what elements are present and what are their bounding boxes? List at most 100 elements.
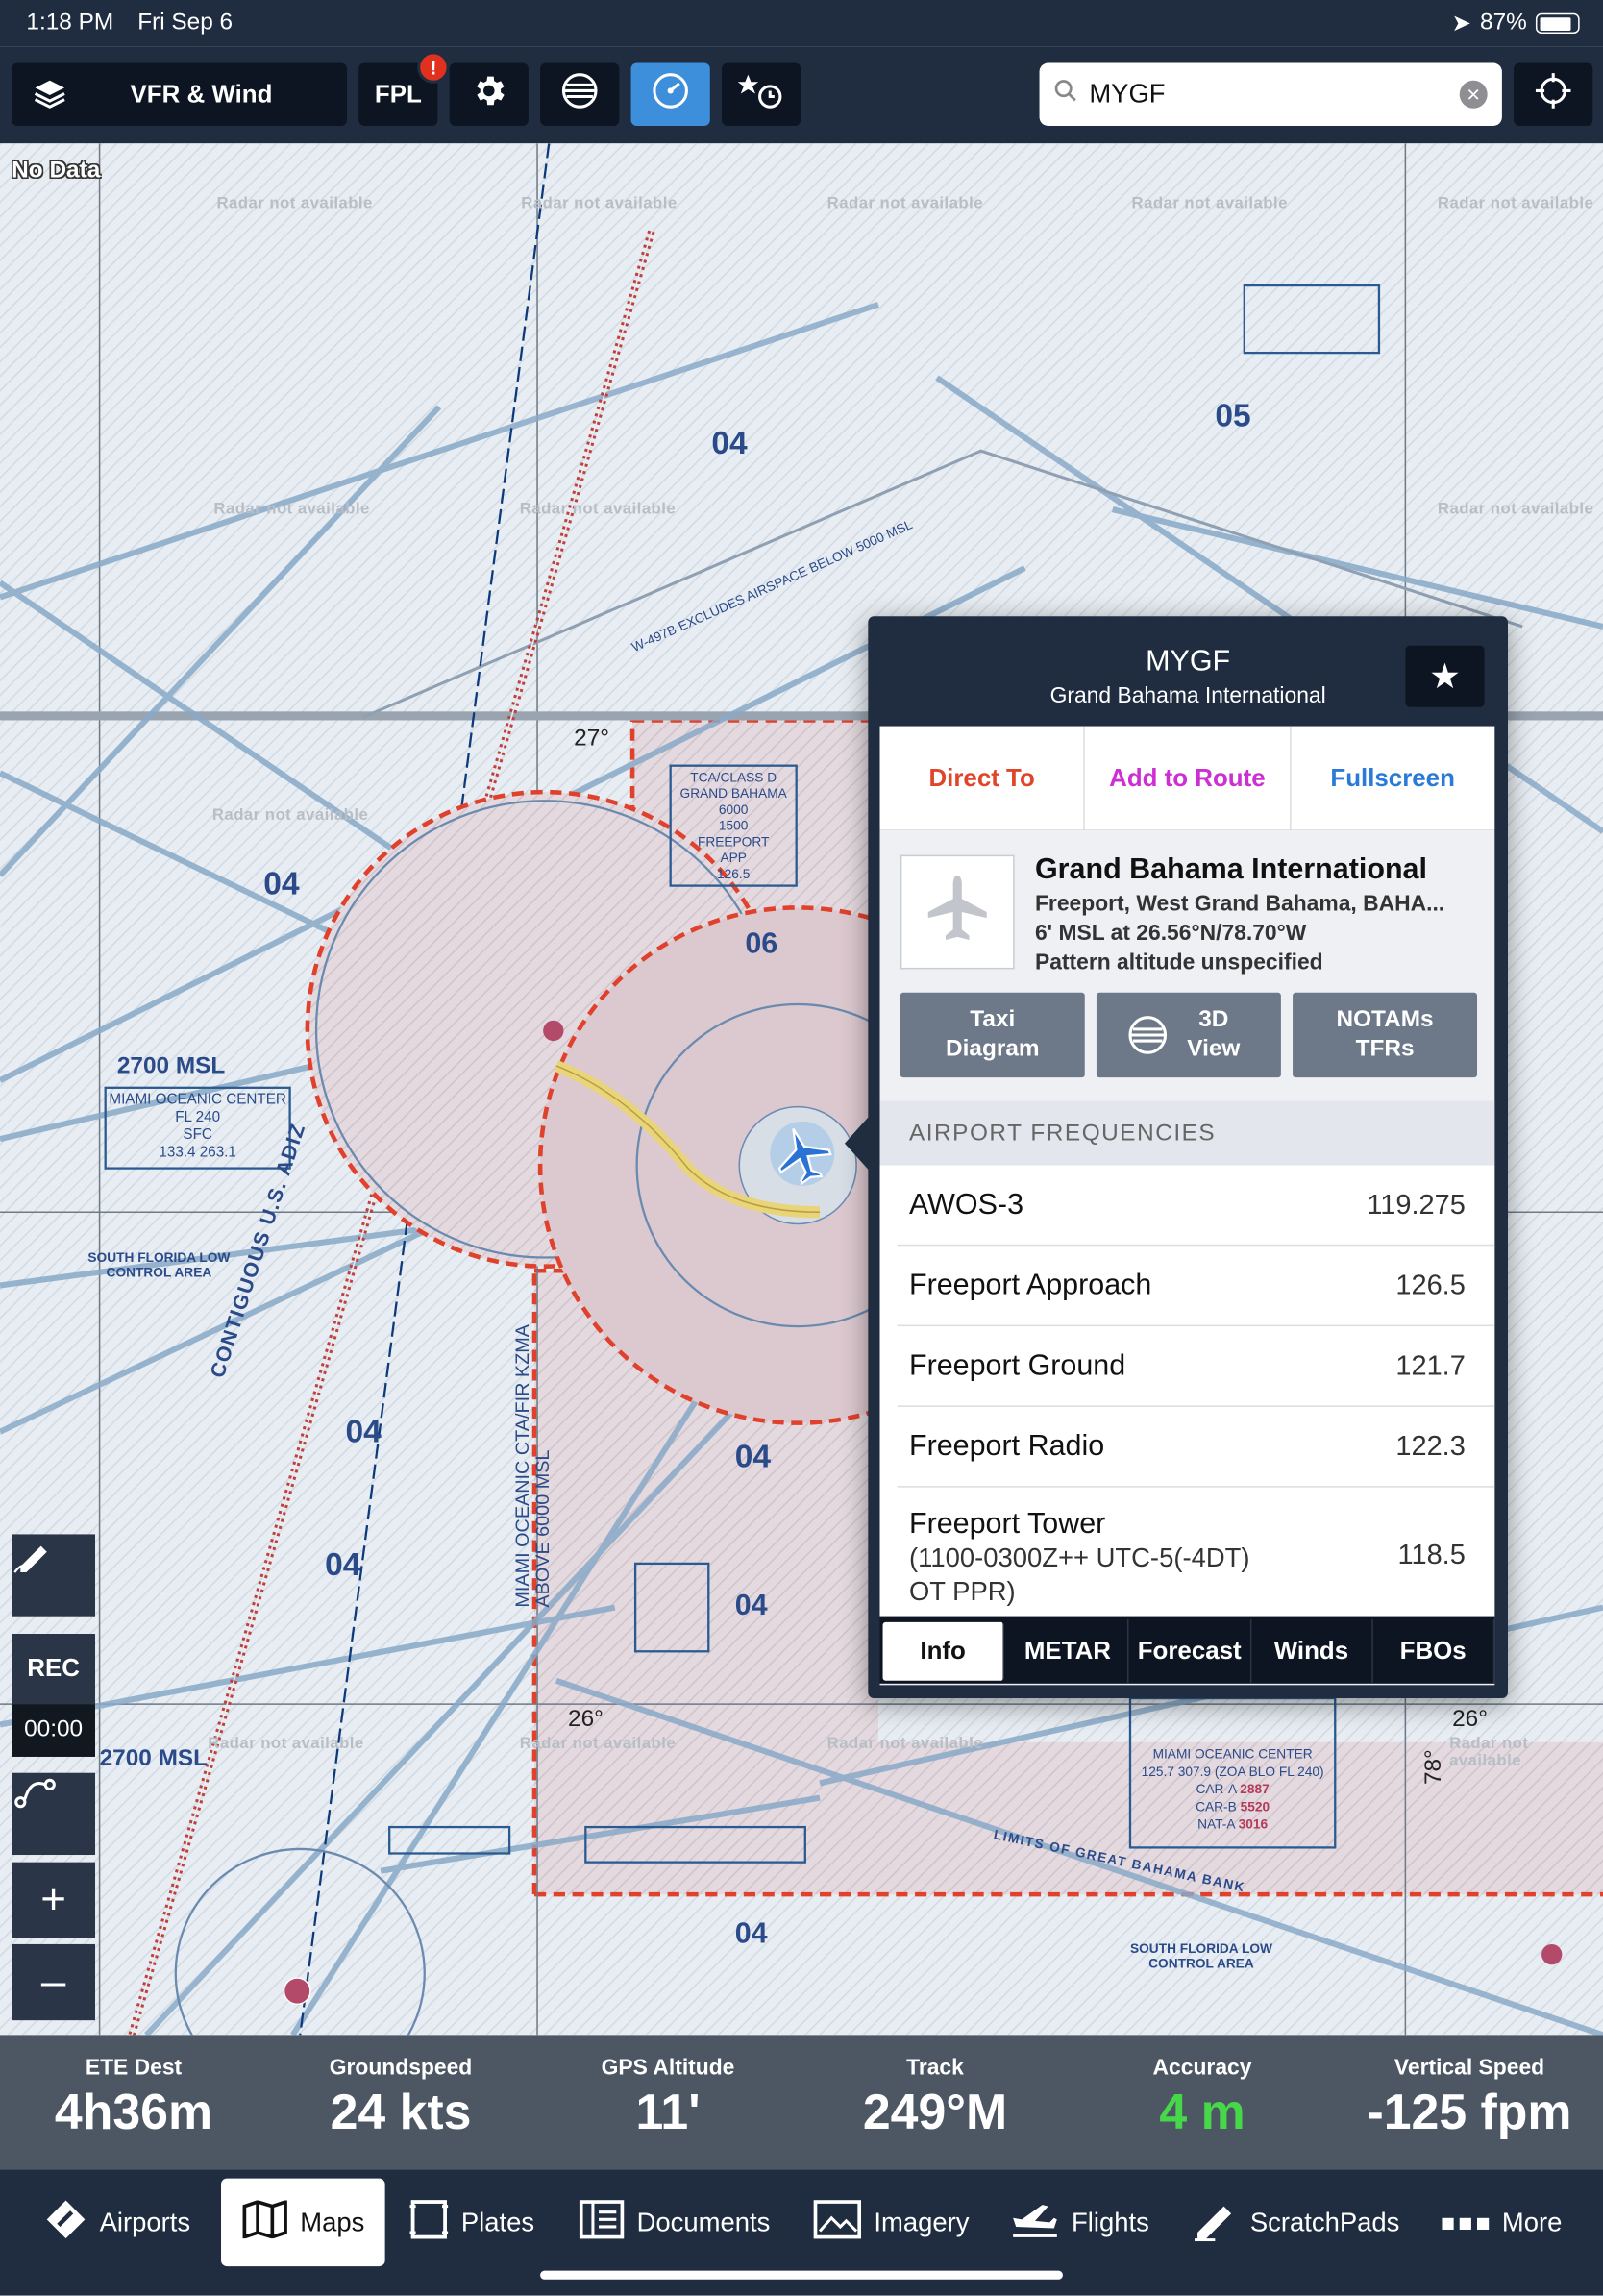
notams-tfrs-button[interactable]: NOTAMs TFRs	[1293, 992, 1478, 1078]
fpl-button[interactable]: FPL !	[358, 51, 450, 127]
home-indicator[interactable]	[540, 2270, 1063, 2280]
oceanic-cta-label: MIAMI OCEANIC CTA/FIR KZMA ABOVE 6000 MS…	[510, 1324, 554, 1608]
instrument-vertical-speed[interactable]: Vertical Speed -125 fpm	[1336, 2035, 1603, 2169]
annotate-button[interactable]	[12, 1534, 96, 1617]
tab-winds[interactable]: Winds	[1251, 1618, 1373, 1684]
search-input[interactable]	[1086, 77, 1438, 111]
radar-na-label: Radar not available	[519, 500, 677, 519]
map-number-06: 06	[745, 927, 778, 961]
no-data-label: No Data	[12, 158, 101, 184]
altitude-label: 2700 MSL	[116, 1053, 226, 1079]
radar-na-label: Radar not available	[213, 500, 370, 519]
map-number-04: 04	[734, 1917, 768, 1951]
taxi-diagram-button[interactable]: Taxi Diagram	[900, 992, 1085, 1078]
radar-na-label: Radar not available	[1449, 1735, 1529, 1770]
star-clock-icon	[736, 70, 786, 118]
airport-location: Freeport, West Grand Bahama, BAHA...	[1034, 891, 1445, 917]
tab-metar[interactable]: METAR	[1007, 1618, 1130, 1684]
radar-na-label: Radar not available	[211, 806, 369, 825]
radar-na-label: Radar not available	[1437, 500, 1594, 519]
battery-percent: 87%	[1480, 10, 1527, 36]
radar-na-label: Radar not available	[826, 194, 984, 212]
fullscreen-button[interactable]: Fullscreen	[1291, 727, 1494, 830]
instrument-gps-altitude[interactable]: GPS Altitude 11'	[534, 2035, 802, 2169]
flights-icon	[1010, 2200, 1060, 2245]
tab-documents[interactable]: Documents	[579, 2179, 770, 2266]
airport-elevation: 6' MSL at 26.56°N/78.70°W	[1034, 921, 1307, 947]
instruments-button[interactable]	[630, 62, 710, 127]
frequency-row[interactable]: Freeport Tower (1100-0300Z++ UTC-5(-4DT) O…	[897, 1488, 1495, 1619]
battery-icon	[1535, 12, 1580, 35]
zoom-in-button[interactable]: +	[12, 1862, 96, 1938]
oceanic-center-box: MIAMI OCEANIC CENTER 125.7 307.9 (ZOA BL…	[1141, 1746, 1324, 1832]
map-number-04: 04	[345, 1412, 382, 1450]
instrument-panel[interactable]: ETE Dest 4h36m Groundspeed 24 kts GPS Alti…	[0, 2035, 1603, 2170]
settings-button[interactable]	[449, 62, 529, 127]
frequencies-header: AIRPORT FREQUENCIES	[879, 1100, 1495, 1166]
airport-popup: MYGF Grand Bahama International ★ Direct…	[844, 616, 1508, 1699]
map-number-04: 04	[734, 1437, 771, 1474]
frequency-row[interactable]: AWOS-3 119.275	[897, 1166, 1495, 1247]
gauge-icon	[650, 70, 691, 118]
search-icon	[1054, 79, 1077, 110]
radar-na-label: Radar not available	[1131, 194, 1288, 212]
globe-icon	[559, 70, 601, 118]
zoom-out-button[interactable]: –	[12, 1943, 96, 2021]
instrument-accuracy[interactable]: Accuracy 4 m	[1069, 2035, 1336, 2169]
radar-na-label: Radar not available	[208, 1735, 364, 1753]
instrument-ete[interactable]: ETE Dest 4h36m	[0, 2035, 267, 2169]
globe-view-button[interactable]	[540, 62, 620, 127]
map-number-05: 05	[1215, 396, 1251, 433]
more-icon	[1441, 2207, 1491, 2237]
radar-na-label: Radar not available	[1437, 194, 1594, 212]
layers-button[interactable]: VFR & Wind	[12, 62, 348, 127]
tab-scratchpads[interactable]: ScratchPads	[1192, 2179, 1399, 2266]
crosshair-icon	[1534, 72, 1572, 117]
tab-maps[interactable]: Maps	[221, 2178, 385, 2267]
radar-na-label: Radar not available	[521, 194, 678, 212]
direct-to-button[interactable]: Direct To	[880, 726, 1086, 830]
map-number-04: 04	[711, 424, 748, 461]
add-to-route-button[interactable]: Add to Route	[1085, 726, 1292, 830]
clear-search-icon[interactable]: ✕	[1459, 80, 1488, 109]
layers-icon	[33, 76, 68, 118]
frequency-list: AWOS-3 119.275 Freeport Approach 126.5 Fre…	[879, 1165, 1495, 1619]
tab-fbos[interactable]: FBOs	[1373, 1618, 1495, 1684]
map-icon	[241, 2198, 288, 2245]
3d-view-button[interactable]: 3D View	[1096, 992, 1281, 1078]
top-toolbar: VFR & Wind FPL ! MYGF ✕	[0, 46, 1603, 144]
scratchpads-icon	[1192, 2197, 1239, 2248]
status-time: 1:18 PM	[26, 10, 114, 36]
favorite-star-button[interactable]: ★	[1405, 645, 1485, 707]
tab-plates[interactable]: Plates	[408, 2179, 534, 2266]
search-bar[interactable]: ✕	[1039, 62, 1502, 127]
globe-icon	[1125, 1013, 1170, 1066]
frequency-row[interactable]: Freeport Approach 126.5	[897, 1246, 1495, 1327]
tab-airports[interactable]: Airports	[44, 2179, 190, 2266]
center-location-button[interactable]	[1514, 62, 1593, 127]
popup-tabs: Info METAR Forecast Winds FBOs	[879, 1616, 1495, 1684]
favorites-timer-button[interactable]	[721, 62, 802, 127]
imagery-icon	[812, 2198, 862, 2246]
star-icon: ★	[1429, 656, 1461, 697]
plus-icon: +	[40, 1875, 66, 1924]
frequency-row[interactable]: Freeport Radio 122.3	[897, 1407, 1495, 1488]
route-button[interactable]	[12, 1772, 96, 1856]
tab-more[interactable]: More	[1441, 2179, 1562, 2266]
gear-icon	[470, 72, 508, 117]
tca-box: TCA/CLASS D GRAND BAHAMA 6000 1500 FREEP…	[679, 770, 787, 882]
frequency-row[interactable]: Freeport Ground 121.7	[897, 1326, 1495, 1407]
instrument-track[interactable]: Track 249°M	[802, 2035, 1069, 2169]
lon-label: 78°	[1421, 1749, 1447, 1786]
instrument-groundspeed[interactable]: Groundspeed 24 kts	[267, 2035, 534, 2169]
tab-forecast[interactable]: Forecast	[1129, 1618, 1251, 1684]
tab-flights[interactable]: Flights	[1010, 2179, 1149, 2266]
record-button[interactable]: REC	[12, 1634, 96, 1705]
radar-na-label: Radar not available	[826, 1735, 984, 1753]
altitude-label: 2700 MSL	[99, 1746, 209, 1772]
control-area-label: SOUTH FLORIDA LOW CONTROL AREA	[87, 1249, 231, 1280]
fpl-label: FPL	[374, 80, 422, 108]
tab-info[interactable]: Info	[882, 1621, 1005, 1681]
tab-imagery[interactable]: Imagery	[812, 2179, 969, 2266]
status-date: Fri Sep 6	[137, 10, 234, 36]
